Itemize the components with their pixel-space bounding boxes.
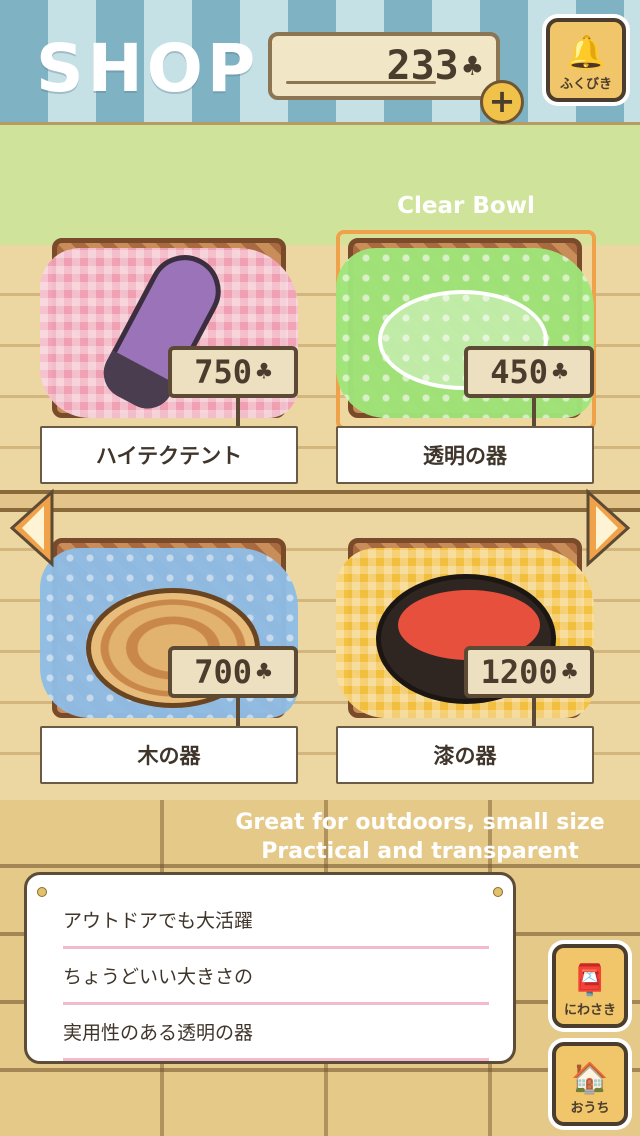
tag-string xyxy=(532,698,536,726)
yard-label: にわさき xyxy=(563,1003,616,1018)
lottery-button[interactable]: 🔔 ふくびき xyxy=(546,18,626,102)
item-name-plate: ハイテクテント xyxy=(40,426,298,484)
shop-item-wooden-bowl[interactable]: 700 ♣ 木の器 xyxy=(40,538,298,784)
price-value: 750 xyxy=(194,353,253,391)
description-line: アウトドアでも大活躍 xyxy=(63,893,489,949)
price-tag: 750 ♣ xyxy=(168,346,298,398)
home-label: おうち xyxy=(570,1101,610,1116)
handbell-icon: 🔔 xyxy=(566,33,606,71)
description-line: 実用性のある透明の器 xyxy=(63,1005,489,1061)
shop-item-high-tech-tent[interactable]: 750 ♣ ハイテクテント xyxy=(40,238,298,484)
shop-item-lacquer-bowl[interactable]: 1200 ♣ 漆の器 xyxy=(336,538,594,784)
clover-icon: ♣ xyxy=(256,357,272,387)
currency-display: 233 ♣ xyxy=(268,32,500,100)
pin-icon xyxy=(493,887,503,897)
house-icon: 🏠 xyxy=(571,1061,609,1096)
item-name-plate: 木の器 xyxy=(40,726,298,784)
home-button[interactable]: 🏠 おうち xyxy=(552,1042,628,1126)
grass-strip xyxy=(0,125,640,245)
price-tag: 1200 ♣ xyxy=(464,646,594,698)
english-description: Great for outdoors, small size Practical… xyxy=(200,808,640,866)
shop-title: SHOP xyxy=(36,30,260,107)
clover-icon: ♣ xyxy=(256,657,272,687)
description-board: アウトドアでも大活躍 ちょうどいい大きさの 実用性のある透明の器 xyxy=(24,872,516,1064)
pin-icon xyxy=(37,887,47,897)
yard-button[interactable]: 📮 にわさき xyxy=(552,944,628,1028)
price-value: 700 xyxy=(194,653,253,691)
price-value: 450 xyxy=(490,353,549,391)
right-arrow-icon[interactable] xyxy=(584,488,632,568)
price-tag: 450 ♣ xyxy=(464,346,594,398)
left-arrow-icon[interactable] xyxy=(8,488,56,568)
currency-underline xyxy=(286,81,436,84)
item-name-plate: 漆の器 xyxy=(336,726,594,784)
tag-string xyxy=(236,398,240,426)
lottery-label: ふくびき xyxy=(559,77,612,92)
selected-item-name: Clear Bowl xyxy=(397,193,535,219)
price-tag: 700 ♣ xyxy=(168,646,298,698)
mailbox-icon: 📮 xyxy=(571,963,609,998)
shelf-plank xyxy=(0,490,640,512)
description-line: ちょうどいい大きさの xyxy=(63,949,489,1005)
shop-item-clear-bowl[interactable]: 450 ♣ 透明の器 xyxy=(336,238,594,484)
item-name-plate: 透明の器 xyxy=(336,426,594,484)
description-english-line: Practical and transparent xyxy=(261,839,579,864)
tag-string xyxy=(236,698,240,726)
clover-icon: ♣ xyxy=(552,357,568,387)
price-value: 1200 xyxy=(480,653,558,691)
clover-icon: ♣ xyxy=(561,657,578,687)
add-currency-button[interactable]: + xyxy=(480,80,524,124)
tag-string xyxy=(532,398,536,426)
description-english-line: Great for outdoors, small size xyxy=(235,810,605,835)
clover-icon: ♣ xyxy=(462,47,482,85)
